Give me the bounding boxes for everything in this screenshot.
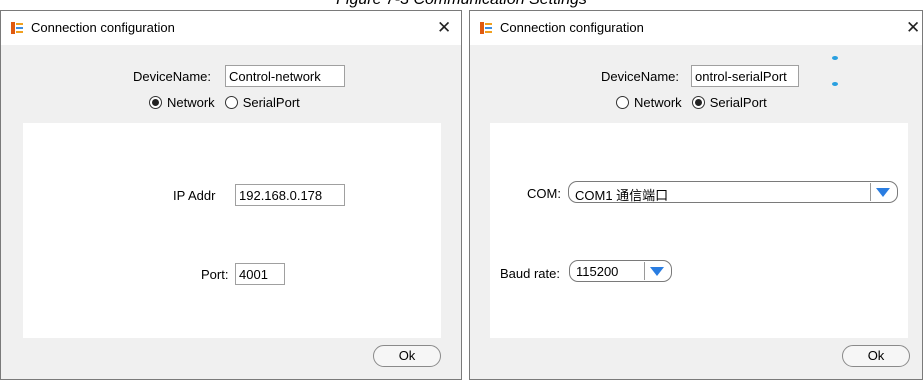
network-radio[interactable]: [616, 96, 629, 109]
device-name-label: DeviceName:: [601, 69, 680, 84]
dialog-title: Connection configuration: [500, 20, 644, 35]
connection-type-group: Network SerialPort: [616, 95, 777, 110]
com-label: COM:: [527, 186, 561, 201]
port-input[interactable]: 4001: [235, 263, 285, 285]
serialport-radio[interactable]: [691, 96, 705, 109]
ip-address-input[interactable]: 192.168.0.178: [235, 184, 345, 206]
baud-rate-value: 115200: [576, 264, 619, 279]
com-port-select[interactable]: COM1 通信端口: [568, 181, 898, 203]
app-logo-icon: [11, 22, 23, 34]
app-logo-icon: [480, 22, 492, 34]
network-radio-label[interactable]: Network: [634, 95, 682, 110]
device-name-label: DeviceName:: [133, 69, 212, 84]
chevron-down-icon: [876, 187, 890, 197]
title-bar: Connection configuration ✕: [470, 11, 922, 45]
serialport-radio-label[interactable]: SerialPort: [243, 95, 300, 110]
serialport-radio[interactable]: [224, 96, 238, 109]
chevron-down-icon: [650, 266, 664, 276]
serialport-radio-label[interactable]: SerialPort: [710, 95, 767, 110]
title-bar: Connection configuration ✕: [1, 11, 461, 45]
connection-type-group: Network SerialPort: [149, 95, 310, 110]
ok-button[interactable]: Ok: [373, 345, 441, 367]
close-icon[interactable]: ✕: [437, 18, 451, 38]
com-dropdown-button[interactable]: [870, 183, 895, 201]
dialog-title: Connection configuration: [31, 20, 175, 35]
spinner-up-icon: [832, 56, 838, 60]
device-name-input[interactable]: Control-network: [225, 65, 345, 87]
network-config-dialog: Connection configuration ✕ DeviceName: C…: [0, 10, 462, 380]
baud-rate-label: Baud rate:: [500, 266, 560, 281]
ip-address-label: IP Addr: [173, 188, 216, 203]
spinner-down-icon: [832, 82, 838, 86]
network-radio[interactable]: [149, 96, 162, 109]
com-port-value: COM1 通信端口: [575, 188, 669, 203]
serialport-config-dialog: Connection configuration ✕ DeviceName: o…: [469, 10, 923, 380]
figure-caption: Figure 7-3 Communication Settings: [0, 0, 923, 9]
ok-button[interactable]: Ok: [842, 345, 910, 367]
close-icon[interactable]: ✕: [906, 18, 920, 38]
device-name-input[interactable]: ontrol-serialPort: [691, 65, 799, 87]
network-settings-panel: IP Addr 192.168.0.178 Port: 4001: [23, 123, 441, 338]
network-radio-label[interactable]: Network: [167, 95, 215, 110]
port-label: Port:: [201, 267, 229, 282]
baud-dropdown-button[interactable]: [644, 262, 669, 280]
serial-settings-panel: COM: COM1 通信端口 Baud rate: 115200: [490, 123, 908, 338]
baud-rate-select[interactable]: 115200: [569, 260, 672, 282]
